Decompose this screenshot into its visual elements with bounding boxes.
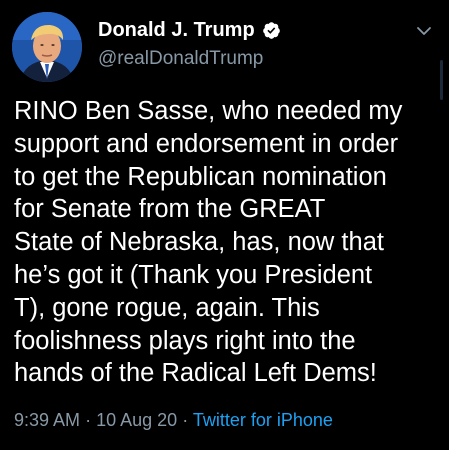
avatar[interactable] — [12, 12, 82, 82]
scroll-indicator — [440, 60, 443, 100]
tweet-card: Donald J. Trump @realDonaldTrump RINO Be… — [0, 0, 449, 450]
verified-badge-icon — [262, 21, 281, 40]
author-name-row: Donald J. Trump — [98, 14, 281, 46]
chevron-down-icon[interactable] — [415, 24, 433, 38]
tweet-date[interactable]: 10 Aug 20 — [96, 410, 177, 430]
meta-separator: · — [182, 410, 189, 430]
tweet-text-line: T), gone rogue, again. This — [14, 293, 320, 322]
tweet-text-line: to get the Republican nomination — [14, 162, 387, 191]
tweet-text-line: foolishness plays right into the — [14, 326, 356, 355]
tweet-text-line: State of Nebraska, has, now that — [14, 228, 384, 257]
tweet-text-line: he’s got it (Thank you President — [14, 260, 373, 289]
author-display-name[interactable]: Donald J. Trump — [98, 19, 255, 42]
tweet-metadata: 9:39 AM · 10 Aug 20 · Twitter for iPhone — [14, 410, 333, 431]
avatar-image — [12, 12, 82, 82]
tweet-time[interactable]: 9:39 AM — [14, 410, 80, 430]
author-handle[interactable]: @realDonaldTrump — [98, 48, 263, 70]
tweet-text-line: for Senate from the GREAT — [14, 195, 326, 224]
tweet-text: RINO Ben Sasse, who needed my support an… — [14, 95, 444, 390]
meta-separator: · — [85, 410, 92, 430]
tweet-text-line: support and endorsement in order — [14, 129, 399, 158]
tweet-text-line: hands of the Radical Left Dems! — [14, 359, 377, 388]
tweet-text-line: RINO Ben Sasse, who needed my — [14, 97, 403, 125]
tweet-source-link[interactable]: Twitter for iPhone — [193, 410, 333, 430]
